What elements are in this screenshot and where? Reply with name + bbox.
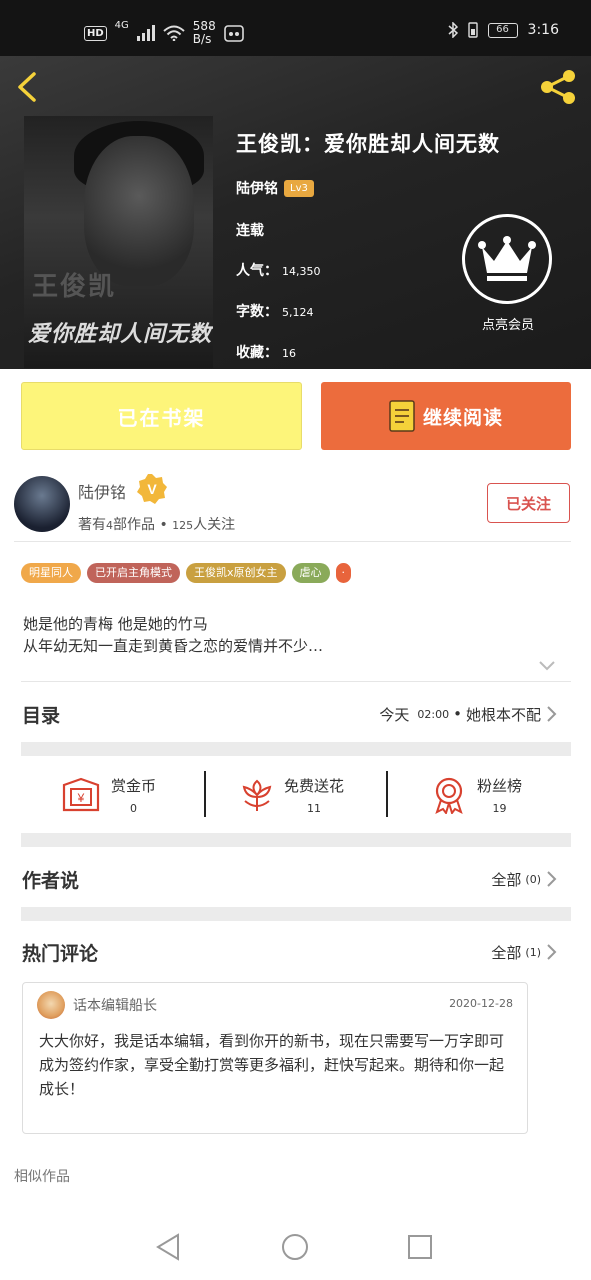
system-nav-bar bbox=[0, 1214, 591, 1280]
cover-title-1: 王俊凯 bbox=[32, 272, 117, 302]
word-count-stat: 字数： 5,124 bbox=[236, 304, 314, 320]
description-line-1: 她是他的青梅 他是她的竹马 bbox=[23, 615, 208, 633]
book-detail-content: 已在书架 继续阅读 陆伊铭 V 著有4部作品 • 125人关注 已关注 明星同人… bbox=[0, 369, 591, 1214]
book-icon bbox=[389, 400, 415, 432]
game-mode-icon bbox=[223, 25, 244, 42]
book-author-row[interactable]: 陆伊铭 Lv3 bbox=[236, 178, 314, 198]
comment-card[interactable]: 话本编辑船长 2020-12-28 大大你好，我是话本编辑，看到你开的新书，现在… bbox=[22, 982, 528, 1134]
status-right: 66 3:16 bbox=[448, 22, 559, 38]
commenter-avatar[interactable] bbox=[37, 991, 65, 1019]
bluetooth-icon bbox=[448, 22, 458, 38]
stat-coins[interactable]: ¥ 赏金币 0 bbox=[61, 767, 156, 823]
popularity-stat: 人气： 14,350 bbox=[236, 263, 321, 279]
author-level-badge: Lv3 bbox=[284, 179, 314, 197]
book-cover[interactable]: 王俊凯 爱你胜却人间无数 bbox=[24, 116, 213, 368]
stat-fans[interactable]: 粉丝榜 19 bbox=[431, 767, 522, 823]
catalog-title: 目录 bbox=[22, 704, 61, 727]
vip-label: 点亮会员 bbox=[481, 318, 534, 333]
stat-value: 19 bbox=[492, 802, 507, 815]
cover-art-face bbox=[84, 136, 194, 286]
clock: 3:16 bbox=[527, 22, 559, 38]
tag-list: 明星同人 已开启主角模式 王俊凯x原创女主 虐心 · bbox=[21, 563, 352, 583]
tag-item[interactable]: 已开启主角模式 bbox=[87, 563, 180, 583]
nav-home-icon[interactable] bbox=[278, 1230, 312, 1264]
catalog-row[interactable]: 目录 今天 02:00 • 她根本不配 bbox=[22, 694, 557, 734]
followed-button[interactable]: 已关注 bbox=[487, 483, 570, 523]
book-header: 王俊凯 爱你胜却人间无数 王俊凯：爱你胜却人间无数 陆伊铭 Lv3 连载 人气：… bbox=[0, 56, 591, 369]
hot-comments-all[interactable]: 全部 (1) bbox=[491, 942, 557, 963]
vip-button[interactable]: 点亮会员 bbox=[462, 214, 554, 333]
author-says-title: 作者说 bbox=[22, 869, 80, 892]
stat-separator bbox=[386, 771, 388, 817]
hot-comments-row[interactable]: 热门评论 全部 (1) bbox=[22, 932, 557, 972]
network-label: 4G bbox=[114, 20, 129, 31]
author-says-all[interactable]: 全部 (0) bbox=[491, 869, 557, 890]
author-card-name[interactable]: 陆伊铭 bbox=[78, 479, 126, 503]
section-separator bbox=[21, 907, 571, 921]
stat-separator bbox=[204, 771, 206, 817]
comment-body: 大大你好，我是话本编辑，看到你开的新书，现在只需要写一万字即可成为签约作家，享受… bbox=[39, 1032, 505, 1098]
wifi-icon bbox=[163, 25, 185, 41]
stat-value: 11 bbox=[307, 802, 321, 815]
continue-reading-button[interactable]: 继续阅读 bbox=[321, 382, 571, 450]
chevron-right-icon bbox=[547, 944, 557, 960]
svg-text:¥: ¥ bbox=[77, 791, 85, 805]
flower-icon bbox=[242, 779, 272, 811]
nav-recents-icon[interactable] bbox=[403, 1230, 437, 1264]
cover-title-2: 爱你胜却人间无数 bbox=[28, 322, 213, 347]
nav-back-icon[interactable] bbox=[152, 1230, 186, 1264]
battery-icon: 66 bbox=[487, 22, 518, 38]
stat-label: 赏金币 bbox=[111, 777, 157, 795]
divider bbox=[21, 681, 571, 682]
tag-item[interactable]: 虐心 bbox=[291, 563, 330, 583]
net-speed: 588 B/s bbox=[192, 19, 216, 46]
similar-works-title: 相似作品 bbox=[14, 1169, 70, 1185]
back-arrow-icon[interactable] bbox=[12, 70, 44, 104]
status-bar: HD 4G 588 B/s 66 3:16 bbox=[0, 0, 591, 56]
expand-chevron-icon[interactable] bbox=[538, 659, 556, 673]
tag-item[interactable]: 明星同人 bbox=[21, 563, 81, 583]
favorites-stat: 收藏： 16 bbox=[236, 345, 296, 361]
author-works-info: 著有4部作品 • 125人关注 bbox=[78, 517, 236, 533]
divider bbox=[14, 541, 571, 542]
stat-value: 0 bbox=[130, 802, 137, 815]
comment-date: 2020-12-28 bbox=[449, 997, 513, 1010]
tag-item[interactable]: 王俊凯x原创女主 bbox=[186, 563, 286, 583]
book-title: 王俊凯：爱你胜却人间无数 bbox=[236, 132, 500, 156]
commenter-name[interactable]: 话本编辑船长 bbox=[73, 995, 157, 1015]
share-icon[interactable] bbox=[537, 66, 579, 108]
signal-icon bbox=[136, 25, 155, 41]
reward-stats: ¥ 赏金币 0 免费送花 11 粉丝榜 19 bbox=[21, 767, 571, 823]
book-status: 连载 bbox=[236, 223, 264, 239]
latest-chapter[interactable]: 今天 02:00 • 她根本不配 bbox=[379, 704, 557, 725]
author-says-row[interactable]: 作者说 全部 (0) bbox=[22, 859, 557, 899]
book-description: 她是他的青梅 他是她的竹马 从年幼无知一直走到黄昏之恋的爱情并不少… bbox=[23, 613, 323, 657]
crown-icon bbox=[462, 214, 552, 304]
section-separator bbox=[21, 833, 571, 847]
tag-item[interactable]: · bbox=[335, 563, 352, 583]
author-avatar[interactable] bbox=[14, 476, 70, 532]
chevron-right-icon bbox=[547, 871, 557, 887]
book-author-name[interactable]: 陆伊铭 bbox=[236, 178, 278, 198]
chevron-right-icon bbox=[547, 706, 557, 722]
medal-icon bbox=[435, 777, 463, 814]
stat-label: 粉丝榜 bbox=[477, 777, 523, 795]
in-bookshelf-button[interactable]: 已在书架 bbox=[21, 382, 302, 450]
hot-comments-title: 热门评论 bbox=[22, 942, 99, 965]
hd-badge: HD bbox=[84, 25, 107, 41]
sim-battery-icon bbox=[467, 22, 478, 38]
envelope-yen-icon: ¥ bbox=[62, 777, 100, 812]
verified-v-icon: V bbox=[137, 474, 167, 504]
description-line-2: 从年幼无知一直走到黄昏之恋的爱情并不少… bbox=[23, 637, 324, 655]
svg-text:V: V bbox=[147, 481, 157, 497]
continue-reading-label: 继续阅读 bbox=[422, 406, 503, 429]
stat-label: 免费送花 bbox=[284, 777, 345, 795]
section-separator bbox=[21, 742, 571, 756]
status-left: HD 4G 588 B/s bbox=[84, 20, 244, 46]
stat-flowers[interactable]: 免费送花 11 bbox=[240, 767, 344, 823]
